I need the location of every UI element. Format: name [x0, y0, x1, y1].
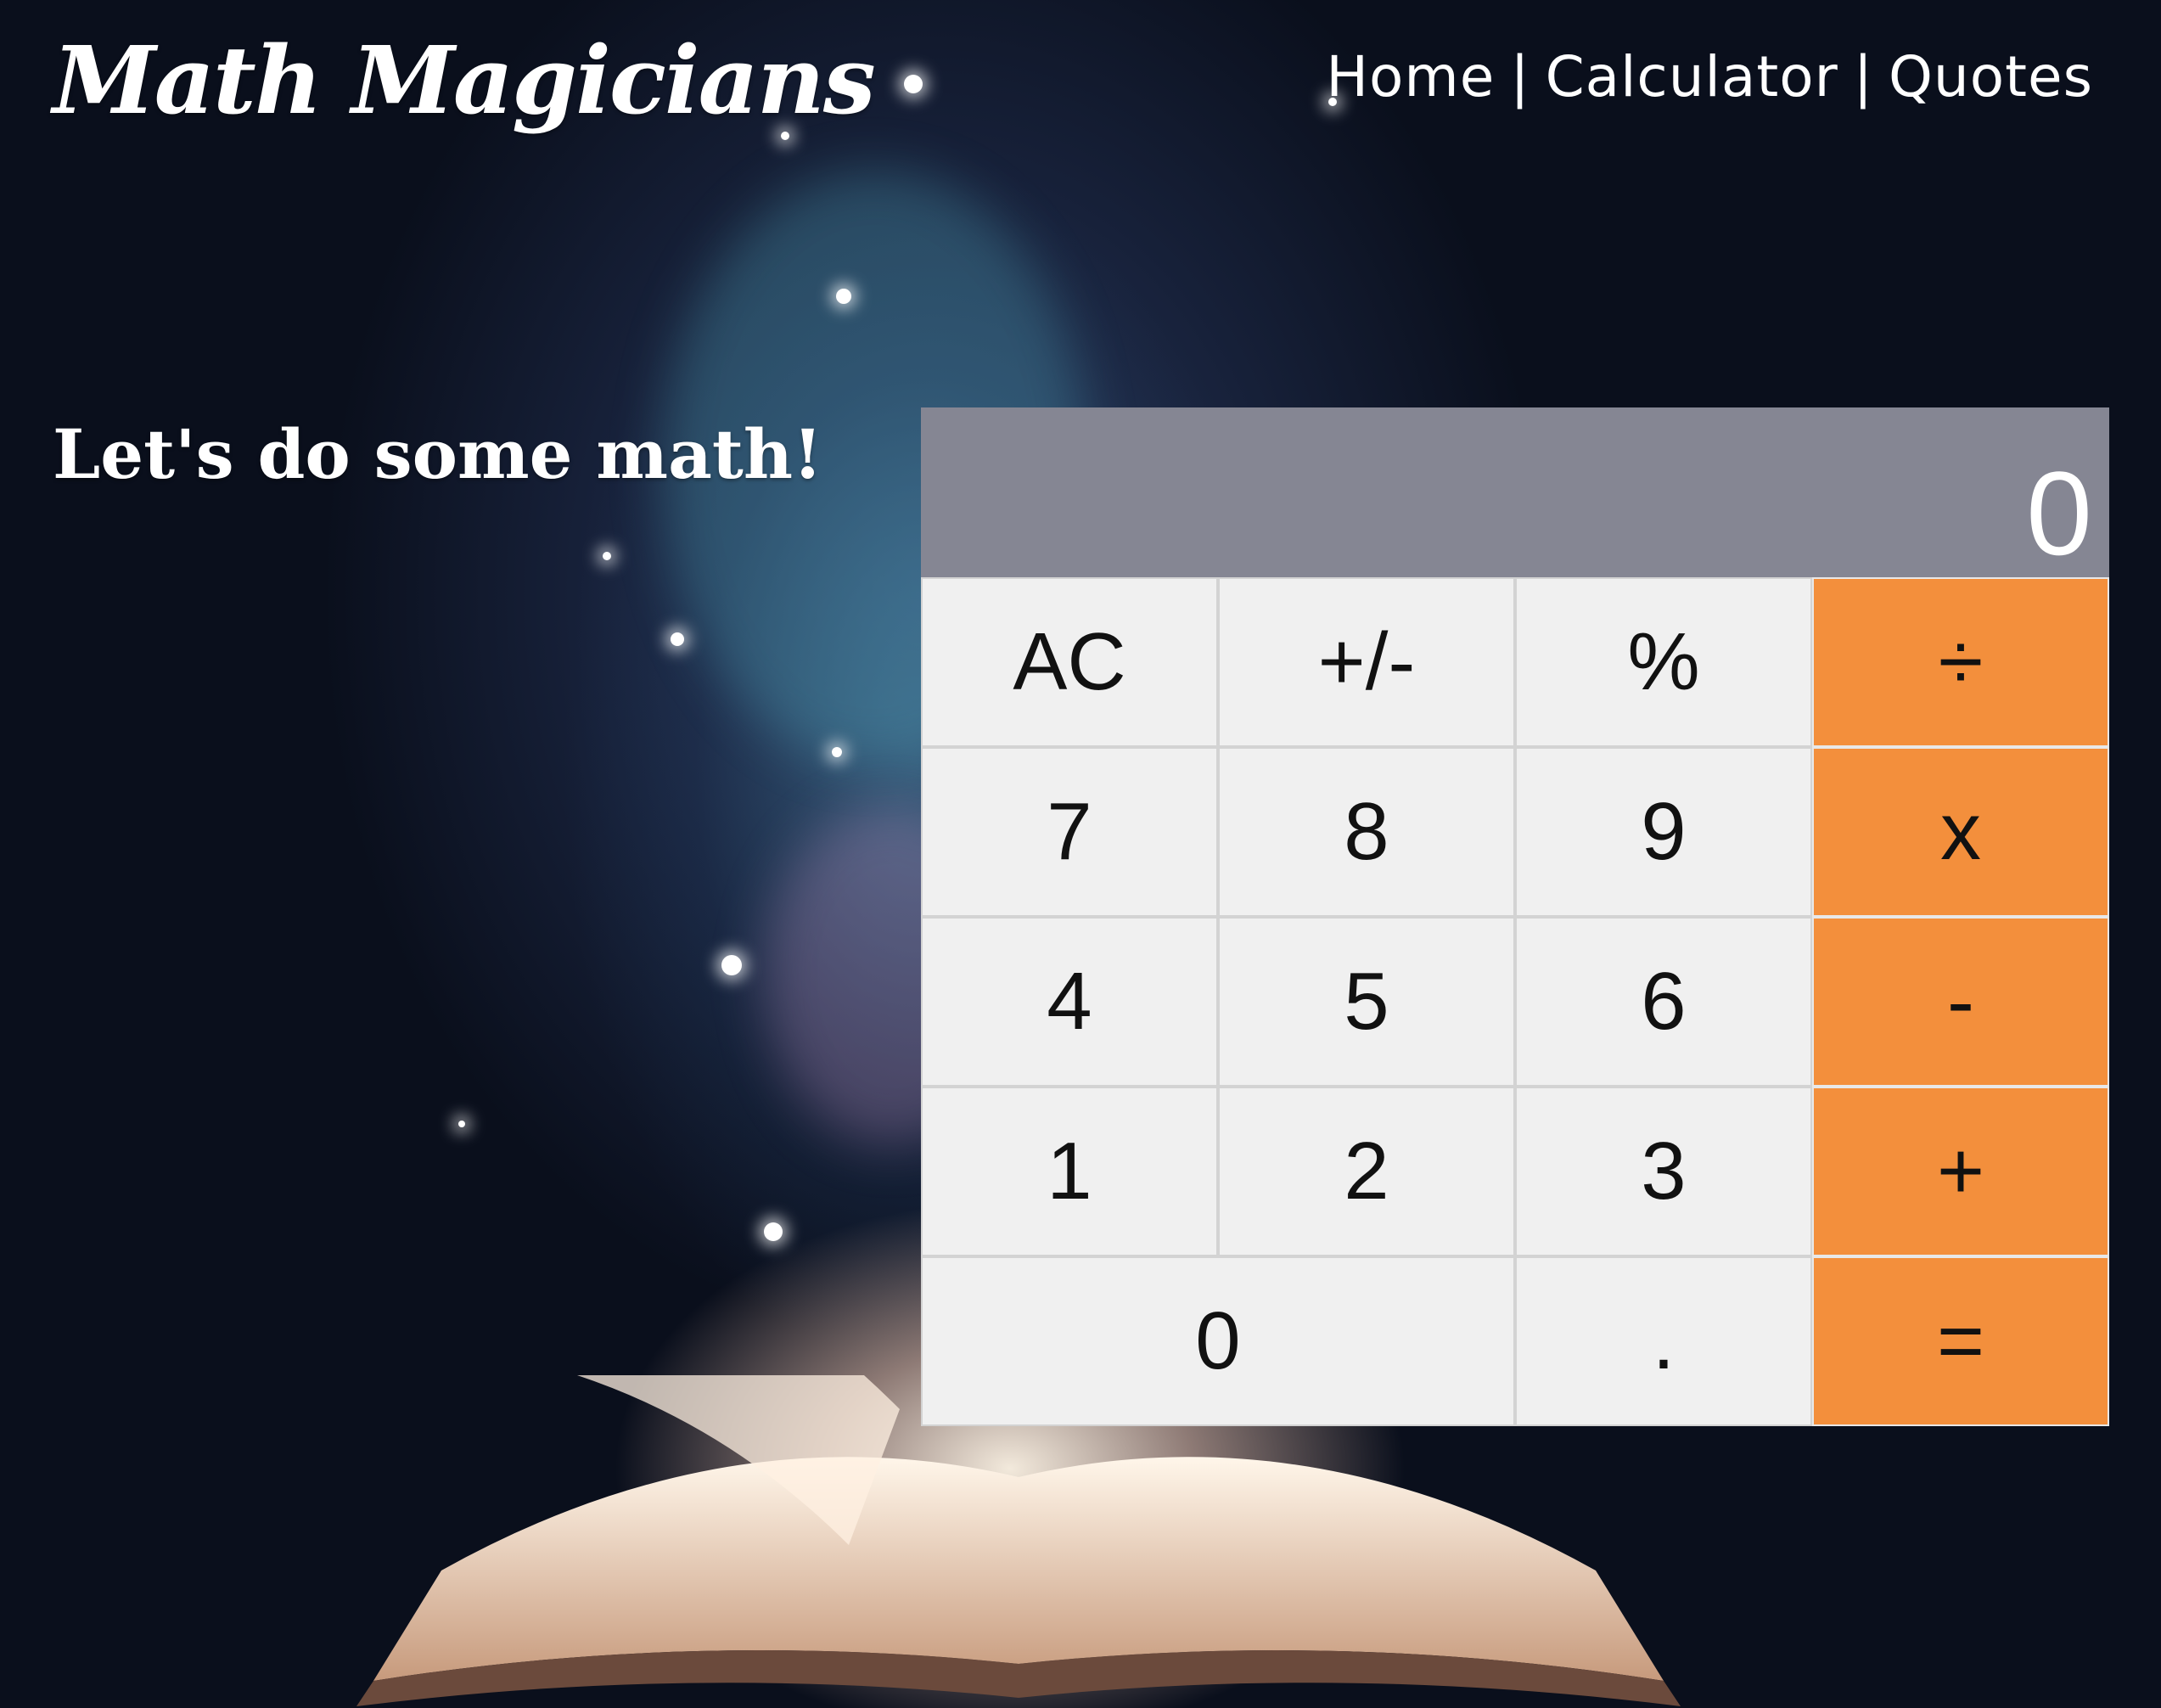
- add-button[interactable]: +: [1812, 1087, 2109, 1256]
- sparkle: [764, 1222, 783, 1241]
- main-nav: Home | Calculator | Quotes: [1326, 44, 2093, 110]
- nav-separator: |: [1853, 44, 1873, 110]
- sparkle: [904, 75, 923, 93]
- multiply-button[interactable]: x: [1812, 747, 2109, 917]
- sparkle: [458, 1121, 465, 1127]
- digit-5-button[interactable]: 5: [1218, 917, 1515, 1087]
- calculator-display: 0: [921, 407, 2109, 577]
- digit-9-button[interactable]: 9: [1515, 747, 1812, 917]
- digit-3-button[interactable]: 3: [1515, 1087, 1812, 1256]
- digit-4-button[interactable]: 4: [921, 917, 1218, 1087]
- nav-link-calculator[interactable]: Calculator: [1546, 44, 1838, 110]
- subtract-button[interactable]: -: [1812, 917, 2109, 1087]
- sparkle: [671, 632, 684, 646]
- calculator-keypad: AC +/- % ÷ 7 8 9 x 4 5 6 - 1 2 3 + 0 . =: [921, 577, 2109, 1426]
- digit-1-button[interactable]: 1: [921, 1087, 1218, 1256]
- nav-link-quotes[interactable]: Quotes: [1889, 44, 2093, 110]
- percent-button[interactable]: %: [1515, 577, 1812, 747]
- clear-button[interactable]: AC: [921, 577, 1218, 747]
- page-heading: Let's do some math!: [53, 414, 823, 494]
- digit-7-button[interactable]: 7: [921, 747, 1218, 917]
- nav-link-home[interactable]: Home: [1326, 44, 1495, 110]
- sparkle: [603, 552, 611, 560]
- app-logo[interactable]: Math Magicians: [53, 25, 876, 135]
- equals-button[interactable]: =: [1812, 1256, 2109, 1426]
- decimal-button[interactable]: .: [1515, 1256, 1812, 1426]
- calculator: 0 AC +/- % ÷ 7 8 9 x 4 5 6 - 1 2 3 + 0 .…: [921, 407, 2109, 1426]
- sparkle: [832, 747, 842, 757]
- nav-separator: |: [1510, 44, 1530, 110]
- sparkle: [721, 955, 742, 975]
- sign-toggle-button[interactable]: +/-: [1218, 577, 1515, 747]
- digit-8-button[interactable]: 8: [1218, 747, 1515, 917]
- digit-6-button[interactable]: 6: [1515, 917, 1812, 1087]
- digit-0-button[interactable]: 0: [921, 1256, 1515, 1426]
- divide-button[interactable]: ÷: [1812, 577, 2109, 747]
- digit-2-button[interactable]: 2: [1218, 1087, 1515, 1256]
- sparkle: [836, 289, 851, 304]
